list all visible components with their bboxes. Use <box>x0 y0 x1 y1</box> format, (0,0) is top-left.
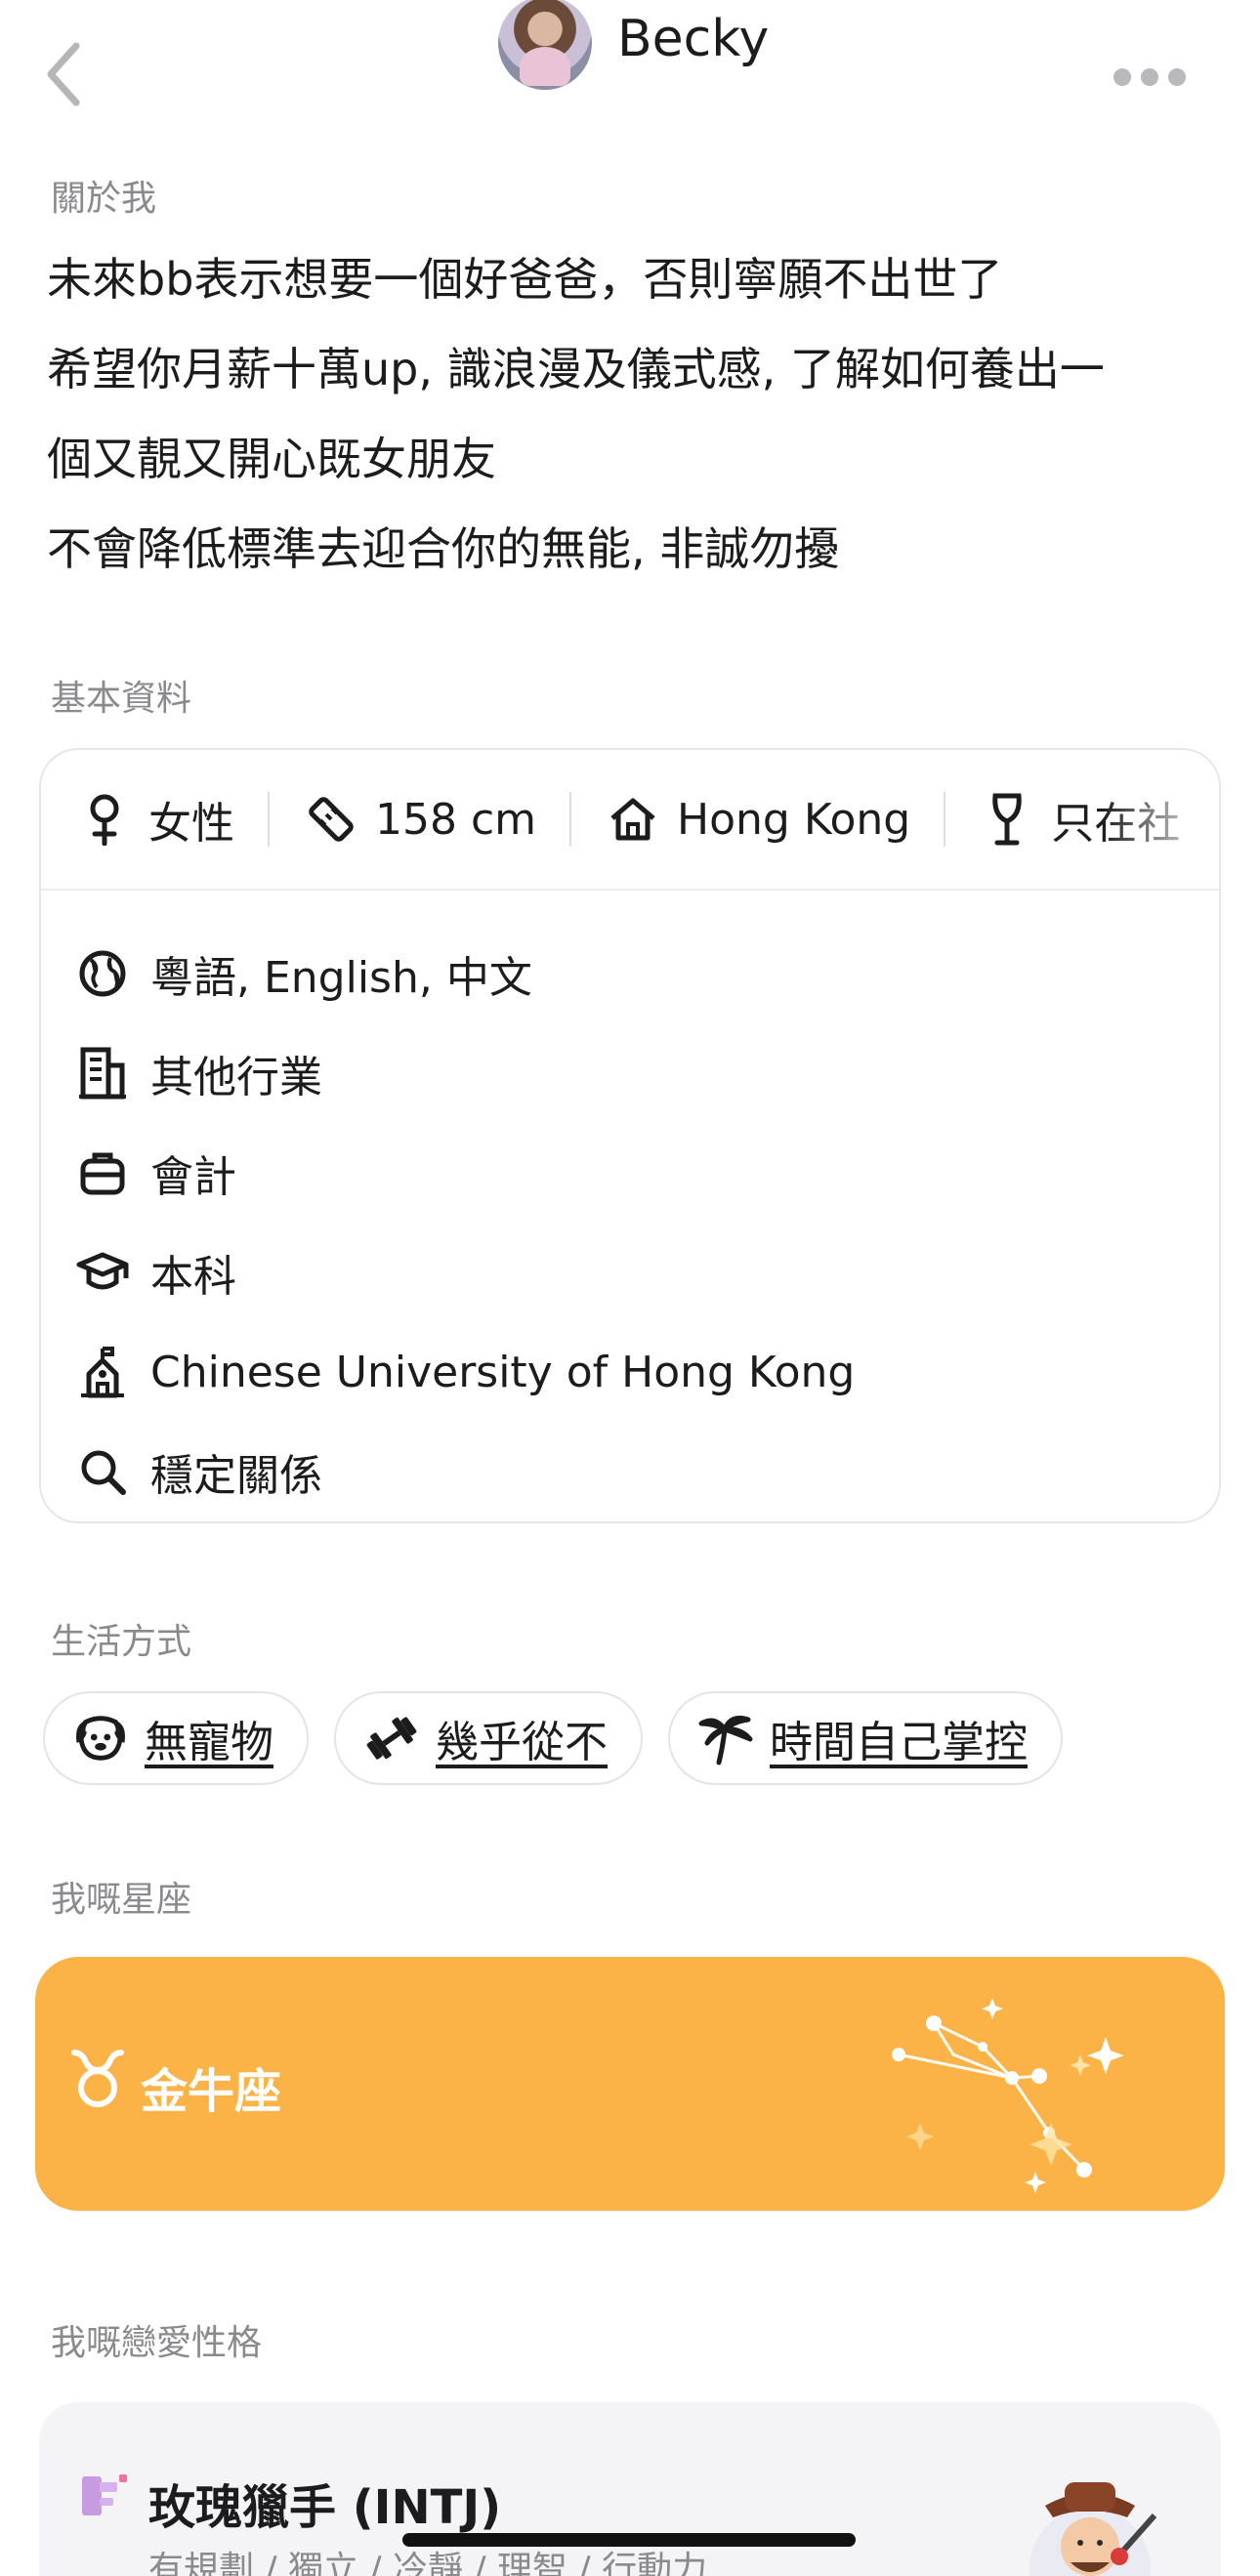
chip-divider <box>569 792 572 847</box>
profile-header: Becky <box>0 0 1260 146</box>
mbti-section-title: 我嘅戀愛性格 <box>51 2323 263 2363</box>
female-icon <box>76 791 133 848</box>
chip-divider <box>268 792 270 847</box>
chip-divider <box>944 792 946 847</box>
zodiac-label: 金牛座 <box>141 2064 282 2119</box>
mbti-title: 玫瑰獵手 (INTJ) <box>148 2480 502 2535</box>
school-row: Chinese University of Hong Kong <box>74 1322 1219 1422</box>
wine-glass-icon <box>979 791 1035 848</box>
about-line: 個又靚又開心既女朋友 <box>47 433 496 485</box>
back-button[interactable] <box>43 37 102 115</box>
chevron-left-icon <box>43 40 82 112</box>
dumbbell-icon <box>363 1710 420 1766</box>
about-section-title: 關於我 <box>51 179 157 219</box>
basic-section-title: 基本資料 <box>51 679 192 719</box>
taurus-icon <box>68 2047 127 2113</box>
school-icon <box>74 1344 131 1400</box>
height-chip: 158 cm <box>303 791 569 848</box>
constellation-icon <box>875 1976 1207 2205</box>
mbti-card[interactable]: 玫瑰獵手 (INTJ) 有規劃 / 獨立 / 冷靜 / 理智 / 行動力 <box>39 2402 1221 2576</box>
about-line: 不會降低標準去迎合你的無能, 非誠勿擾 <box>47 522 840 575</box>
about-text: 未來bb表示想要一個好爸爸，否則寧願不出世了 希望你月薪十萬up, 識浪漫及儀式… <box>47 234 1219 594</box>
avatar[interactable] <box>498 0 592 90</box>
character-illustration <box>1026 2461 1162 2576</box>
more-options-button[interactable] <box>1113 68 1186 86</box>
basic-info-card: 女性 158 cm Hong Kong 只在社 <box>39 748 1221 1523</box>
schedule-pill[interactable]: 時間自己掌控 <box>668 1691 1063 1785</box>
mbti-badge-icon <box>78 2471 133 2523</box>
about-line: 未來bb表示想要一個好爸爸，否則寧願不出世了 <box>47 253 1003 306</box>
looking-for-row: 穩定關係 <box>74 1422 1219 1521</box>
lifestyle-pills: 無寵物 幾乎從不 時間自己掌控 <box>43 1691 1063 1785</box>
job-row: 會計 <box>74 1123 1219 1223</box>
basic-info-list: 粵語, English, 中文 其他行業 會計 本科 Chinese Unive… <box>41 891 1219 1521</box>
profile-name: Becky <box>617 10 770 68</box>
building-icon <box>74 1045 131 1101</box>
languages-row: 粵語, English, 中文 <box>74 924 1219 1023</box>
about-line: 希望你月薪十萬up, 識浪漫及儀式感, 了解如何養出一 <box>47 343 1105 395</box>
zodiac-section-title: 我嘅星座 <box>51 1880 192 1920</box>
search-icon <box>74 1443 131 1500</box>
globe-icon <box>74 945 131 1002</box>
basic-chip-row[interactable]: 女性 158 cm Hong Kong 只在社 <box>41 750 1219 891</box>
scroll-fade <box>1102 750 1219 887</box>
location-chip: Hong Kong <box>605 791 944 848</box>
zodiac-card[interactable]: 金牛座 <box>35 1957 1225 2211</box>
workout-pill[interactable]: 幾乎從不 <box>334 1691 643 1785</box>
briefcase-icon <box>74 1144 131 1201</box>
graduation-cap-icon <box>74 1244 131 1301</box>
palm-tree-icon <box>697 1710 754 1766</box>
ruler-icon <box>303 791 359 848</box>
lifestyle-section-title: 生活方式 <box>51 1622 192 1662</box>
gender-chip: 女性 <box>76 788 268 851</box>
dog-icon <box>72 1710 129 1766</box>
pets-pill[interactable]: 無寵物 <box>43 1691 309 1785</box>
home-indicator[interactable] <box>402 2533 856 2547</box>
industry-row: 其他行業 <box>74 1023 1219 1123</box>
ellipsis-icon <box>1113 68 1131 86</box>
home-icon <box>605 791 661 848</box>
education-level-row: 本科 <box>74 1223 1219 1322</box>
